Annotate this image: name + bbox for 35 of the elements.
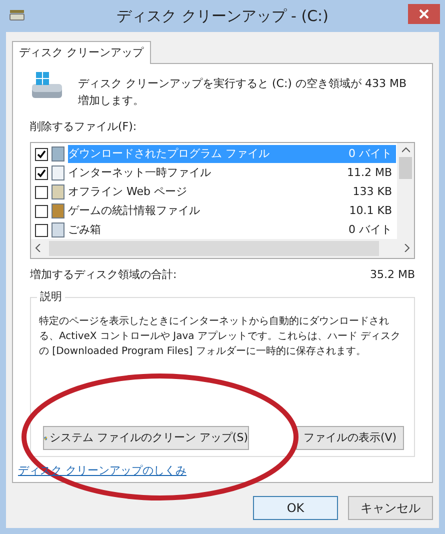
summary-text: ディスク クリーンアップを実行すると (C:) の空き領域が 433 MB 増加します。 <box>78 76 408 109</box>
checkbox[interactable] <box>35 166 48 180</box>
file-icon <box>51 184 65 200</box>
checkbox[interactable] <box>35 148 48 160</box>
total-label: 増加するディスク領域の合計: <box>30 266 177 282</box>
cancel-button[interactable]: キャンセル <box>348 496 433 520</box>
scroll-up-icon <box>402 146 410 152</box>
tab[interactable]: ディスク クリーンアップ <box>12 41 150 64</box>
window-title: ディスク クリーンアップ - (C:) <box>116 6 328 25</box>
file-row[interactable]: ゲームの統計情報ファイル 10.1 KB <box>68 202 396 220</box>
checkbox[interactable] <box>35 204 48 218</box>
horizontal-scrollbar[interactable] <box>31 238 414 258</box>
close-button[interactable] <box>408 4 440 24</box>
checkbox[interactable] <box>35 186 48 198</box>
scroll-left-icon <box>35 244 41 252</box>
file-icon <box>51 146 65 162</box>
total-value: 35.2 MB <box>370 266 415 282</box>
file-row[interactable]: オフライン Web ページ 133 KB <box>68 183 396 201</box>
ok-button[interactable]: OK <box>253 496 338 520</box>
file-icon <box>51 165 65 181</box>
scroll-right-icon <box>404 244 410 252</box>
description-text: 特定のページを表示したときにインターネットから自動的にダウンロードされる、ActiveX コントロールや Java アプレットです。これらは、ハード ディスクの [Downloaded Program Files] フォルダーに一時的に保存されます。 <box>39 314 402 359</box>
file-icon <box>51 203 65 219</box>
view-files-button[interactable]: ファイルの表示(V) <box>296 426 404 450</box>
file-row[interactable]: インターネット一時ファイル 11.2 MB <box>68 164 396 182</box>
checkbox[interactable] <box>35 224 48 236</box>
disk-icon <box>9 9 25 21</box>
files-label: 削除するファイル(F): <box>30 119 137 135</box>
scroll-thumb[interactable] <box>49 240 379 256</box>
file-icon <box>51 222 65 238</box>
close-icon <box>419 9 429 19</box>
file-row[interactable]: ごみ箱 0 バイト <box>68 221 396 238</box>
cleanup-system-files-button[interactable]: システム ファイルのクリーン アップ(S) <box>43 426 249 450</box>
vertical-scrollbar[interactable] <box>397 142 414 238</box>
scroll-thumb[interactable] <box>399 156 412 178</box>
